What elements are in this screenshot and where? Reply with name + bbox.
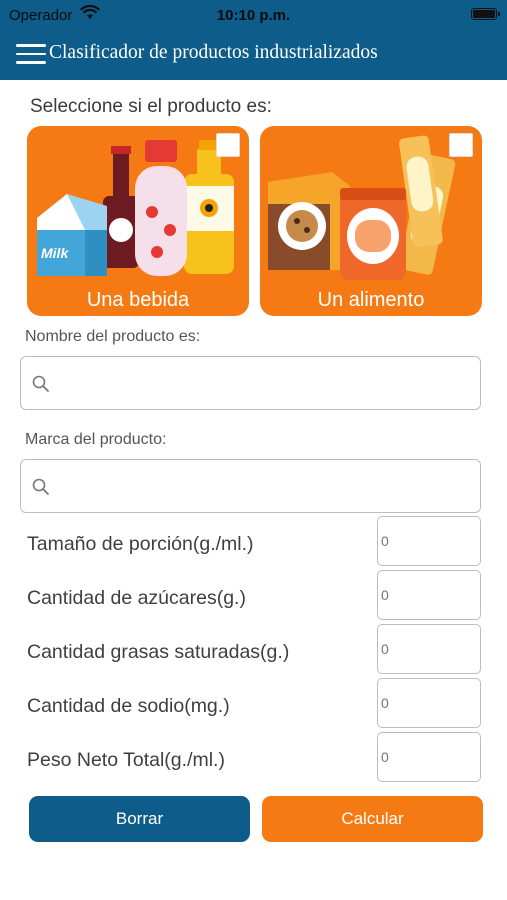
- clear-button[interactable]: Borrar: [29, 796, 250, 842]
- app-header: Operador 10:10 p.m. Clasificador de prod…: [0, 0, 507, 80]
- nav-bar: Clasificador de productos industrializad…: [0, 34, 507, 74]
- brand-search[interactable]: [20, 459, 481, 513]
- brand-input[interactable]: [61, 460, 471, 512]
- sodium-label: Cantidad de sodio(mg.): [27, 695, 230, 717]
- serving-size-label: Tamaño de porción(g./ml.): [27, 533, 254, 555]
- product-type-prompt: Seleccione si el producto es:: [30, 96, 272, 117]
- sugar-input[interactable]: [377, 570, 481, 620]
- product-name-search[interactable]: [20, 356, 481, 410]
- food-option-card[interactable]: Un alimento: [260, 126, 482, 316]
- beverage-checkbox[interactable]: [216, 133, 240, 157]
- saturated-fat-label: Cantidad grasas saturadas(g.): [27, 641, 290, 663]
- beverage-option-label: Una bebida: [86, 289, 190, 311]
- beverage-option-card[interactable]: Milk Una bebida: [27, 126, 249, 316]
- hamburger-menu-icon[interactable]: [16, 44, 46, 64]
- clock-time: 10:10 p.m.: [216, 7, 291, 24]
- calculate-button[interactable]: Calcular: [262, 796, 483, 842]
- food-checkbox[interactable]: [449, 133, 473, 157]
- sodium-input[interactable]: [377, 678, 481, 728]
- search-icon: [32, 375, 50, 398]
- page-title: Clasificador de productos industrializad…: [49, 42, 378, 63]
- saturated-fat-input[interactable]: [377, 624, 481, 674]
- product-name-label: Nombre del producto es:: [25, 328, 201, 345]
- food-option-label: Un alimento: [317, 289, 425, 311]
- net-weight-input[interactable]: [377, 732, 481, 782]
- milk-label: Milk: [41, 245, 69, 261]
- product-name-input[interactable]: [61, 357, 471, 409]
- serving-size-input[interactable]: [377, 516, 481, 566]
- brand-label: Marca del producto:: [25, 431, 167, 448]
- sugar-label: Cantidad de azúcares(g.): [27, 587, 246, 609]
- search-icon: [32, 478, 50, 501]
- net-weight-label: Peso Neto Total(g./ml.): [27, 749, 225, 771]
- battery-icon: [471, 8, 500, 20]
- status-bar: Operador 10:10 p.m.: [0, 0, 507, 30]
